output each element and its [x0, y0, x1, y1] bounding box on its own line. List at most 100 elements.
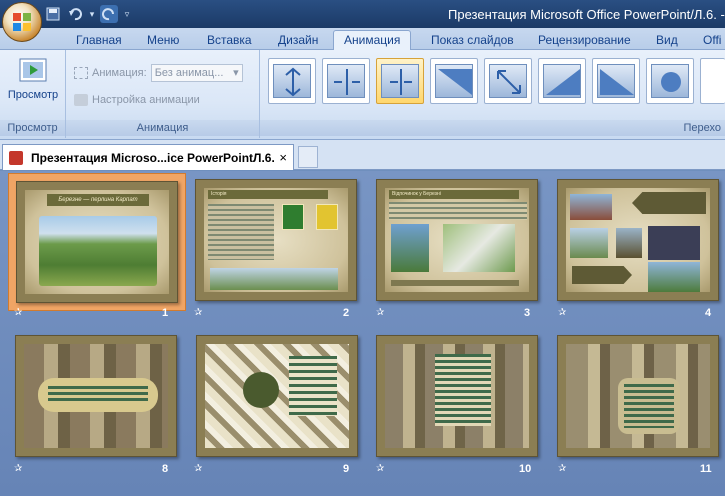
animation-combo[interactable]: Без анимац...: [150, 64, 243, 82]
photo-2: [616, 228, 642, 258]
tab-insert[interactable]: Вставка: [207, 31, 252, 50]
new-document-icon[interactable]: [298, 146, 318, 168]
animation-star-icon: ✰: [194, 463, 203, 474]
office-button[interactable]: [2, 2, 42, 42]
slide-title: Історія: [208, 190, 328, 199]
undo-icon[interactable]: [66, 5, 84, 23]
transitions-group-label: Перехо: [260, 120, 725, 136]
customize-toolbar-icon[interactable]: ▿: [122, 5, 132, 23]
slide-photo: [39, 216, 157, 286]
close-tab-button[interactable]: ×: [279, 150, 287, 165]
slide-number: 11: [700, 463, 712, 475]
round-photo: [243, 372, 279, 408]
ski-jump-image: [391, 224, 429, 272]
transition-circle[interactable]: [646, 58, 694, 104]
document-tab-bar: Презентация Microso...ice PowerPointЛ.6.…: [0, 140, 725, 170]
preview-group-label: Просмотр: [0, 120, 65, 136]
tab-home[interactable]: Главная: [76, 31, 122, 50]
dropdown-arrow-icon[interactable]: ▾: [88, 5, 96, 23]
photo-4: [648, 262, 700, 292]
ribbon-tabs: Главная Меню Вставка Дизайн Анимация Пок…: [0, 28, 725, 51]
tab-review[interactable]: Рецензирование: [538, 31, 631, 50]
slide-thumbnail[interactable]: [376, 335, 538, 457]
slide-thumbnail[interactable]: [196, 335, 358, 457]
animation-star-icon: ✰: [14, 463, 23, 474]
slide-number: 10: [519, 463, 532, 475]
animation-star-icon: ✰: [558, 463, 567, 474]
animation-star-icon: ✰: [14, 307, 23, 318]
custom-animation-icon: [74, 94, 88, 106]
slide-number: 8: [162, 463, 169, 475]
photo-1: [570, 228, 608, 258]
custom-animation-label: Настройка анимации: [92, 94, 200, 106]
slide-number: 2: [343, 307, 350, 319]
tab-design[interactable]: Дизайн: [278, 31, 318, 50]
animation-group: Анимация: Без анимац... Настройка анимац…: [66, 50, 260, 138]
caption-bar: [391, 280, 519, 286]
text-block: [624, 384, 674, 428]
transition-strips-left-down[interactable]: [430, 58, 478, 104]
tab-view[interactable]: Вид: [656, 31, 678, 50]
slide-number: 1: [162, 307, 169, 319]
animation-row: Анимация: Без анимац...: [74, 64, 243, 82]
slide-thumbnail[interactable]: Відпочинок у Березні: [376, 179, 538, 301]
transitions-group: Перехо: [260, 50, 725, 138]
text-block: [289, 356, 337, 416]
window-title: Презентация Microsoft Office PowerPoint/…: [448, 7, 725, 22]
animation-star-icon: ✰: [376, 307, 385, 318]
animation-label: Анимация:: [92, 67, 147, 79]
tab-animation[interactable]: Анимация: [333, 30, 412, 51]
slide-sorter: Березне — перлина Карпат ✰ 1 Історія ✰ 2…: [0, 171, 725, 496]
preview-group: Просмотр Просмотр: [0, 50, 66, 138]
transition-more[interactable]: [700, 58, 725, 104]
custom-animation-button[interactable]: Настройка анимации: [74, 94, 200, 106]
text-block: [435, 354, 491, 426]
quick-access-toolbar: ▾ ▿: [44, 4, 132, 24]
text-block: [208, 204, 274, 260]
photo-3: [648, 226, 700, 260]
powerpoint-file-icon: [9, 150, 23, 165]
slide-number: 9: [343, 463, 350, 475]
redo-icon[interactable]: [100, 5, 118, 23]
text-block: [48, 386, 148, 404]
slide-thumbnail[interactable]: [15, 335, 177, 457]
coat-of-arms-image: [282, 204, 304, 230]
tab-office[interactable]: Offi: [703, 31, 721, 50]
animation-star-icon: ✰: [558, 307, 567, 318]
transition-split-horizontal[interactable]: [268, 58, 316, 104]
animation-star-icon: ✰: [194, 307, 203, 318]
title-bar: ▾ ▿ Презентация Microsoft Office PowerPo…: [0, 0, 725, 28]
slide-number: 3: [524, 307, 531, 319]
panorama-image: [210, 268, 338, 290]
document-tab-title: Презентация Microso...ice PowerPointЛ.6.: [31, 150, 275, 165]
ski-slope-image: [443, 224, 515, 272]
save-icon[interactable]: [44, 5, 62, 23]
tab-slideshow[interactable]: Показ слайдов: [431, 31, 514, 50]
transition-strips-right-up[interactable]: [592, 58, 640, 104]
arrow-banner-right: [572, 266, 632, 284]
preview-label: Просмотр: [7, 89, 59, 101]
slide-thumbnail[interactable]: [557, 179, 719, 301]
preview-button[interactable]: Просмотр: [4, 56, 62, 110]
tab-menu[interactable]: Меню: [147, 31, 179, 50]
slide-title: Березне — перлина Карпат: [47, 194, 149, 206]
animation-star-icon: ✰: [376, 463, 385, 474]
flag-image: [316, 204, 338, 230]
slide-thumbnail[interactable]: Історія: [195, 179, 357, 301]
transition-strips-right-down[interactable]: [484, 58, 532, 104]
animation-group-label: Анимация: [66, 120, 259, 136]
preview-icon: [19, 58, 47, 82]
slide-thumbnail[interactable]: [557, 335, 719, 457]
arrow-banner: [632, 192, 706, 214]
slide-thumbnail[interactable]: Березне — перлина Карпат: [8, 173, 186, 311]
transition-strips-left-up[interactable]: [538, 58, 586, 104]
transition-split-vertical-in[interactable]: [376, 58, 424, 104]
slide-number: 4: [705, 307, 712, 319]
text-block: [389, 202, 527, 220]
document-tab[interactable]: Презентация Microso...ice PowerPointЛ.6.…: [2, 144, 294, 170]
building-image: [570, 194, 612, 220]
transition-split-vertical-out[interactable]: [322, 58, 370, 104]
animation-icon: [74, 67, 88, 79]
slide-title: Відпочинок у Березні: [389, 190, 519, 199]
ribbon: Просмотр Просмотр Анимация: Без анимац..…: [0, 50, 725, 140]
